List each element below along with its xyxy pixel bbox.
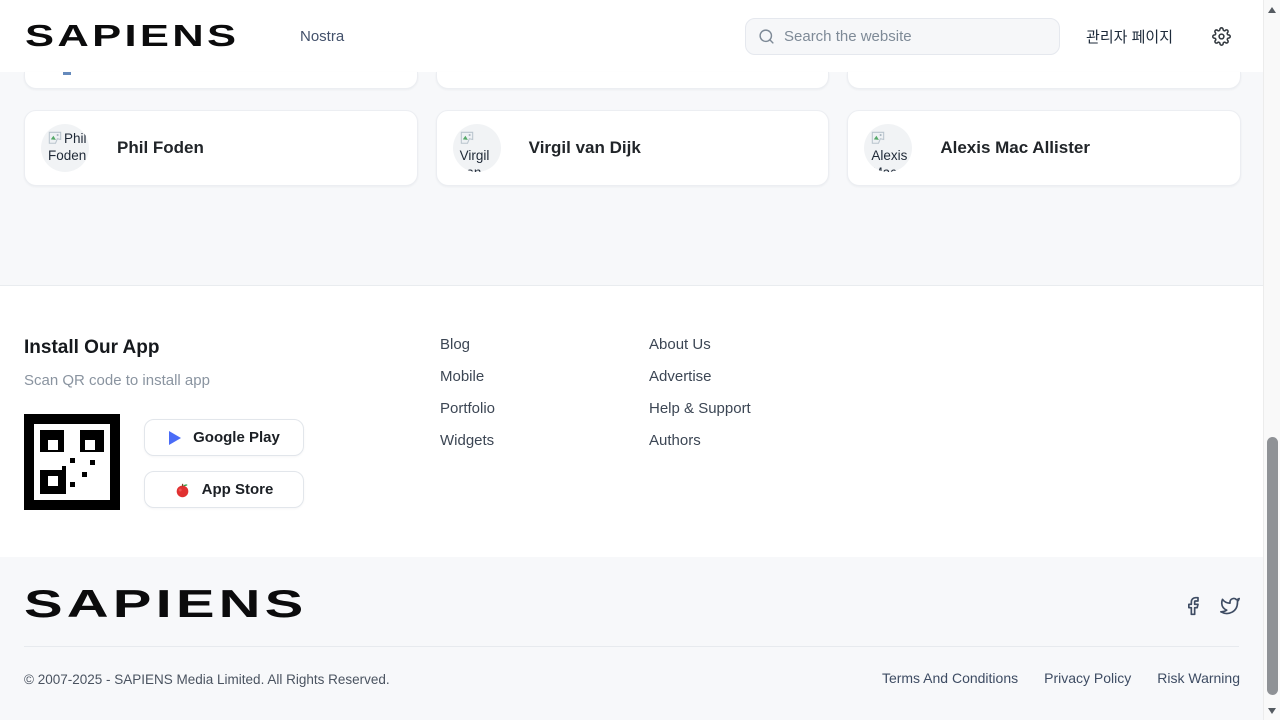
google-play-label: Google Play — [193, 429, 280, 446]
app-store-button[interactable]: App Store — [144, 471, 304, 508]
footer-link-mobile[interactable]: Mobile — [440, 360, 495, 392]
facebook-icon[interactable] — [1183, 596, 1203, 616]
site-logo-text: SAPIENS — [25, 19, 239, 54]
player-card-virgil-van-dijk[interactable]: Virgil van Dijk Virgil van Dijk — [436, 110, 830, 186]
copyright-text: © 2007-2025 - SAPIENS Media Limited. All… — [24, 672, 390, 687]
footer-link-about-us[interactable]: About Us — [649, 328, 751, 360]
partial-card[interactable] — [436, 72, 830, 89]
site-logo[interactable]: SAPIENS — [25, 17, 187, 55]
avatar: Phil Foden — [41, 124, 89, 172]
footer-links-column-1: Blog Mobile Portfolio Widgets — [440, 328, 495, 456]
avatar-alt-text: Virgil van Dijk — [460, 148, 490, 172]
avatar: Alexis Mac Allister — [864, 124, 912, 172]
search-box[interactable] — [745, 18, 1060, 55]
broken-image-icon — [48, 131, 62, 145]
footer-link-blog[interactable]: Blog — [440, 328, 495, 360]
play-triangle-icon — [168, 431, 181, 445]
player-card-alexis-mac-allister[interactable]: Alexis Mac Allister Alexis Mac Allister — [847, 110, 1241, 186]
app-store-label: App Store — [202, 481, 274, 498]
player-card-phil-foden[interactable]: Phil Foden Phil Foden — [24, 110, 418, 186]
footer-logo-text: SAPIENS — [24, 582, 307, 626]
scroll-up-arrow-icon[interactable] — [1268, 7, 1276, 13]
legal-links: Terms And Conditions Privacy Policy Risk… — [882, 670, 1240, 686]
scrollbar[interactable] — [1263, 0, 1280, 720]
footer-link-advertise[interactable]: Advertise — [649, 360, 751, 392]
page: SAPIENS Nostra 관리자 페이지 — [0, 0, 1263, 720]
admin-page-link[interactable]: 관리자 페이지 — [1086, 0, 1173, 72]
clipped-image-fragment — [63, 72, 71, 75]
footer-links-column-2: About Us Advertise Help & Support Author… — [649, 328, 751, 456]
player-name: Phil Foden — [117, 138, 204, 158]
footer-link-help-support[interactable]: Help & Support — [649, 392, 751, 424]
avatar-alt-text: Alexis Mac Allister — [871, 148, 907, 172]
qr-code — [24, 414, 120, 510]
privacy-policy-link[interactable]: Privacy Policy — [1044, 670, 1131, 686]
nav-subtitle: Nostra — [300, 0, 344, 72]
scroll-down-arrow-icon[interactable] — [1268, 708, 1276, 714]
navbar: SAPIENS Nostra 관리자 페이지 — [0, 0, 1263, 72]
player-name: Alexis Mac Allister — [940, 138, 1090, 158]
broken-image-icon — [871, 131, 885, 145]
footer-bottom-section: SAPIENS © 2007-2025 - SAPIENS Media Limi… — [0, 557, 1263, 720]
footer-link-portfolio[interactable]: Portfolio — [440, 392, 495, 424]
search-icon — [758, 28, 775, 45]
footer-link-widgets[interactable]: Widgets — [440, 424, 495, 456]
partial-card[interactable] — [24, 72, 418, 89]
footer-divider — [24, 646, 1239, 647]
partial-card[interactable] — [847, 72, 1241, 89]
risk-warning-link[interactable]: Risk Warning — [1157, 670, 1240, 686]
avatar: Virgil van Dijk — [453, 124, 501, 172]
install-app-title: Install Our App — [24, 337, 159, 359]
footer-logo: SAPIENS — [24, 584, 229, 624]
footer-install-section: Install Our App Scan QR code to install … — [0, 285, 1263, 557]
terms-link[interactable]: Terms And Conditions — [882, 670, 1018, 686]
store-buttons: Google Play App Store — [144, 419, 304, 508]
player-name: Virgil van Dijk — [529, 138, 641, 158]
footer-link-authors[interactable]: Authors — [649, 424, 751, 456]
scrollbar-thumb[interactable] — [1267, 437, 1278, 695]
twitter-icon[interactable] — [1220, 596, 1240, 616]
search-input[interactable] — [784, 28, 1047, 45]
apple-icon — [175, 482, 190, 498]
google-play-button[interactable]: Google Play — [144, 419, 304, 456]
install-app-subtitle: Scan QR code to install app — [24, 372, 210, 389]
broken-image-icon — [460, 131, 474, 145]
social-links — [1183, 596, 1240, 616]
players-section: Phil Foden Phil Foden Virgil van Dijk Vi… — [0, 72, 1263, 285]
gear-icon[interactable] — [1212, 27, 1231, 46]
